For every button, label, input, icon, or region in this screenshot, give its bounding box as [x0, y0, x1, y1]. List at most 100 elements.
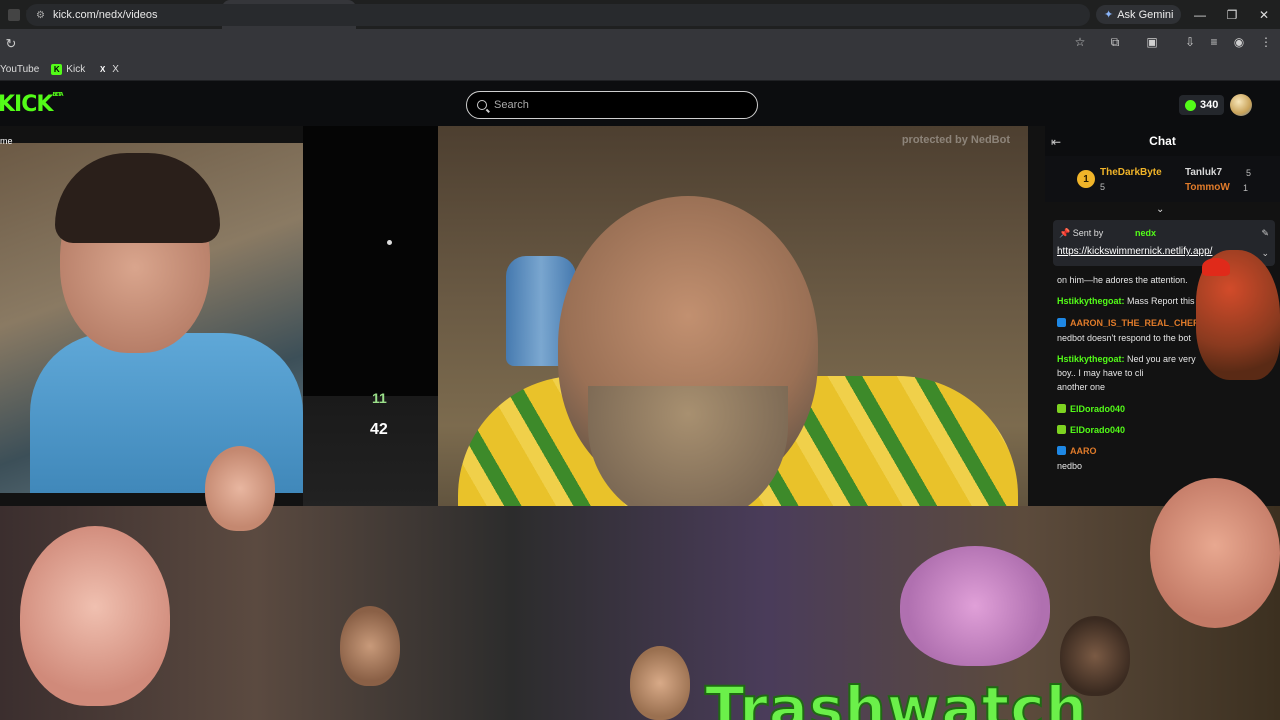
chat-text: nedbot doesn't respond to the bot — [1057, 333, 1191, 343]
chat-header: ⇤ Chat — [1045, 126, 1280, 156]
search-icon — [477, 100, 487, 110]
gift-leaderboard: 1 TheDarkByte 5 Tanluk7 5 TommoW 1 — [1045, 156, 1280, 202]
headphones — [55, 153, 220, 243]
download-icon[interactable]: ⇩ — [1180, 35, 1200, 49]
chat-username[interactable]: Hstikkythegoat: — [1057, 296, 1125, 306]
points-coin-icon — [1185, 99, 1196, 111]
bookmark-label: YouTube — [0, 64, 40, 75]
ask-gemini-button[interactable]: ✦ Ask Gemini — [1096, 5, 1182, 24]
points-value: 340 — [1200, 99, 1219, 111]
leader-name-3[interactable]: TommoW — [1185, 182, 1230, 193]
pink-bag — [900, 546, 1050, 666]
chat-message: nedbot doesn't respond to the bot — [1057, 332, 1217, 344]
chat-text: another one — [1057, 382, 1106, 392]
kick-header: KICKBETA Search 340 — [0, 81, 1280, 126]
expand-chevron-icon[interactable]: ⌄ — [1156, 204, 1164, 215]
close-window-button[interactable]: ✕ — [1248, 0, 1280, 29]
bald-man-face — [20, 526, 170, 706]
profile-icon[interactable]: ◉ — [1229, 35, 1249, 49]
pin-sent-by-label: Sent by — [1072, 228, 1104, 238]
chat-message: AARON_IS_THE_REAL_CHEF: — [1057, 317, 1217, 329]
site-info-icon[interactable]: ⚙ — [36, 10, 45, 21]
leader-name-2[interactable]: Tanluk7 — [1185, 167, 1222, 178]
overlay-counter-top: 11 — [372, 390, 387, 406]
bookmark-2[interactable]: XX — [97, 64, 119, 75]
kick-beta-tag: BETA — [52, 92, 63, 98]
bookmark-label: X — [112, 64, 119, 75]
smiling-man-face — [1150, 478, 1280, 628]
pin-sent-by: 📌 Sent by — [1059, 228, 1103, 239]
chat-text: Mass Report this — [1127, 296, 1195, 306]
left-video-feed — [0, 143, 303, 493]
overlay-counter-bottom: 42 — [370, 421, 388, 438]
extensions-icon[interactable]: ⧉ — [1105, 35, 1125, 50]
bookmark-0[interactable]: YouTube — [0, 64, 39, 75]
chat-message: AARO — [1057, 445, 1217, 457]
chat-badge-icon — [1057, 446, 1066, 455]
rank-badge: 1 — [1077, 170, 1095, 188]
search-input[interactable]: Search — [466, 91, 758, 119]
bookmark-star-icon[interactable]: ☆ — [1070, 35, 1090, 49]
bookmark-label: Kick — [66, 64, 86, 75]
leader-count-2: 5 — [1246, 168, 1252, 178]
chat-username[interactable]: AARO — [1070, 446, 1097, 456]
chat-message: Hstikkythegoat: Ned you are very — [1057, 353, 1217, 365]
bottom-collage — [0, 506, 1280, 720]
page-breadcrumb[interactable]: me — [0, 136, 13, 146]
chat-message: Hstikkythegoat: Mass Report this — [1057, 295, 1217, 307]
sunglasses-man-face — [630, 646, 690, 720]
ask-gemini-label: Ask Gemini — [1117, 8, 1174, 21]
screen: Rank Clips - Wa✕KKick_Clipz Clips - Watc… — [0, 0, 1280, 720]
chat-username[interactable]: AARON_IS_THE_REAL_CHEF: — [1070, 318, 1202, 328]
chat-message: on him—he adores the attention. — [1057, 274, 1217, 286]
cap-man-face — [340, 606, 400, 686]
gemini-icon: ✦ — [1104, 9, 1114, 21]
trashwatch-overlay-title: Trashwatch — [704, 673, 1088, 720]
chat-badge-icon — [1057, 404, 1066, 413]
bookmarks-bar: YouTube K Kick X X — [0, 59, 1280, 81]
chat-username[interactable]: ElDorado040 — [1070, 425, 1125, 435]
maximize-button[interactable]: ❐ — [1216, 0, 1248, 29]
user-avatar[interactable] — [1230, 94, 1252, 116]
menu-dots-icon[interactable]: ⋮ — [1256, 35, 1276, 49]
leader-count-1: 5 — [1100, 182, 1106, 192]
kick-logo-text: KICK — [0, 92, 53, 117]
pinned-link[interactable]: https://kickswimmernick.netlify.app/ — [1057, 246, 1212, 257]
kick-logo[interactable]: KICKBETA — [0, 92, 64, 117]
search-placeholder: Search — [494, 99, 529, 111]
leader-count-3: 1 — [1243, 183, 1249, 193]
chat-message: nedbo — [1057, 460, 1217, 472]
small-face-overlay — [205, 446, 275, 531]
light-dot — [387, 240, 392, 245]
reload-icon[interactable]: ↻ — [0, 36, 22, 52]
chat-text: on him—he adores the attention. — [1057, 275, 1188, 285]
kick-bookmark-icon: K — [51, 64, 63, 75]
video-watermark: protected by NedBot — [901, 134, 1010, 146]
leader-name-1[interactable]: TheDarkByte — [1100, 167, 1162, 178]
chat-title: Chat — [1149, 134, 1176, 148]
pin-username[interactable]: nedx — [1135, 228, 1156, 238]
chat-message: ElDorado040 — [1057, 424, 1217, 436]
unpin-icon[interactable]: ✎ — [1261, 228, 1269, 239]
side-panel-icon[interactable]: ▣ — [1142, 35, 1162, 49]
chat-text: boy.. I may have to cli — [1057, 368, 1144, 378]
minimize-button[interactable]: — — [1184, 0, 1216, 29]
rooster-comb — [1202, 258, 1230, 276]
chat-message: boy.. I may have to cli — [1057, 367, 1217, 379]
chat-text: nedbo — [1057, 461, 1083, 471]
chat-text: Ned you are very — [1127, 354, 1196, 364]
chat-message: another one — [1057, 381, 1217, 393]
pin-icon: 📌 — [1059, 228, 1073, 238]
chat-message: ElDorado040 — [1057, 403, 1217, 415]
chat-badge-icon — [1057, 425, 1066, 434]
reading-list-icon[interactable]: ≡ — [1204, 35, 1224, 49]
pin-expand-chevron-icon[interactable]: ⌄ — [1261, 248, 1269, 259]
url-text: kick.com/nedx/videos — [52, 9, 158, 21]
chat-username[interactable]: Hstikkythegoat: — [1057, 354, 1125, 364]
chat-username[interactable]: ElDorado040 — [1070, 404, 1125, 414]
x-bookmark-icon: X — [100, 65, 106, 74]
bookmark-1[interactable]: K Kick — [51, 64, 85, 75]
points-badge[interactable]: 340 — [1179, 95, 1225, 115]
clip-favicon-icon — [8, 8, 20, 21]
address-bar[interactable]: ⚙ kick.com/nedx/videos — [26, 4, 1090, 26]
